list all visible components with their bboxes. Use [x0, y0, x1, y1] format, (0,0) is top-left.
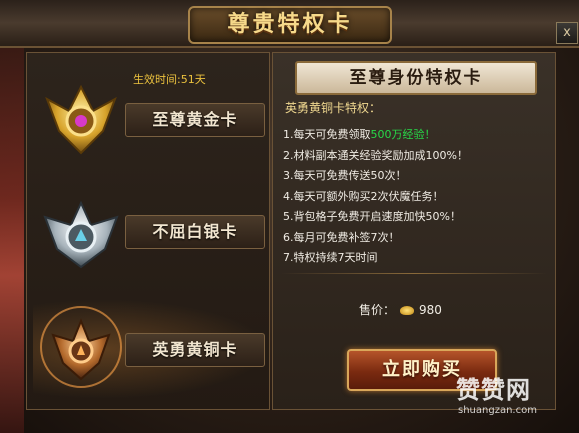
- card-bronze[interactable]: 英勇黄铜卡: [33, 299, 269, 399]
- privilege-item: 7.特权持续7天时间: [283, 251, 378, 264]
- card-gold[interactable]: 生效时间:51天 至尊黄金卡: [33, 71, 269, 171]
- card-bronze-label: 英勇黄铜卡: [125, 333, 265, 367]
- privilege-item: 5.背包格子免费开启速度加快50%！: [283, 210, 461, 223]
- price-value: 980: [419, 303, 442, 317]
- privilege-item: 1.每天可免费领取500万经验！: [283, 128, 436, 141]
- privilege-item: 4.每天可额外购买2次伏魔任务！: [283, 189, 444, 203]
- privilege-item: 3.每天可免费传送50次！: [283, 169, 407, 182]
- divider: [281, 273, 547, 274]
- character-art: [0, 40, 24, 433]
- window-title: 尊贵特权卡: [188, 6, 392, 44]
- price-label: 售价：: [359, 303, 396, 317]
- bronze-badge-icon: [40, 306, 122, 388]
- effective-time: 生效时间:51天: [133, 73, 206, 86]
- privilege-item: 6.每月可免费补签7次！: [283, 230, 400, 244]
- title-bar: 尊贵特权卡 x: [0, 0, 579, 48]
- silver-badge-icon: [43, 200, 119, 269]
- card-silver[interactable]: 不屈白银卡: [33, 183, 269, 283]
- close-button[interactable]: x: [556, 22, 578, 44]
- card-list: 生效时间:51天 至尊黄金卡 不屈白银卡 英勇黄铜卡: [26, 52, 270, 410]
- gold-ingot-icon: [400, 306, 415, 315]
- card-gold-label: 至尊黄金卡: [125, 103, 265, 137]
- card-silver-label: 不屈白银卡: [125, 215, 265, 249]
- watermark-text: 赞赞网: [456, 376, 531, 404]
- watermark-url: shuangzan.com: [458, 405, 537, 416]
- gold-badge-icon: [45, 84, 117, 155]
- card-detail-panel: 至尊身份特权卡 英勇黄铜卡特权： 1.每天可免费领取500万经验！ 2.材料副本…: [272, 52, 556, 410]
- privilege-item: 2.材料副本通关经验奖励加成100%！: [283, 148, 468, 162]
- detail-subtitle: 英勇黄铜卡特权：: [285, 101, 382, 115]
- price-row: 售价： 980: [359, 301, 442, 318]
- privilege-card-window: 尊贵特权卡 x 生效时间:51天 至尊黄金卡 不屈白银卡 英勇黄铜卡 至尊身份特…: [0, 0, 579, 433]
- detail-header: 至尊身份特权卡: [295, 61, 537, 95]
- privilege-list: 1.每天可免费领取500万经验！ 2.材料副本通关经验奖励加成100%！ 3.每…: [283, 125, 468, 269]
